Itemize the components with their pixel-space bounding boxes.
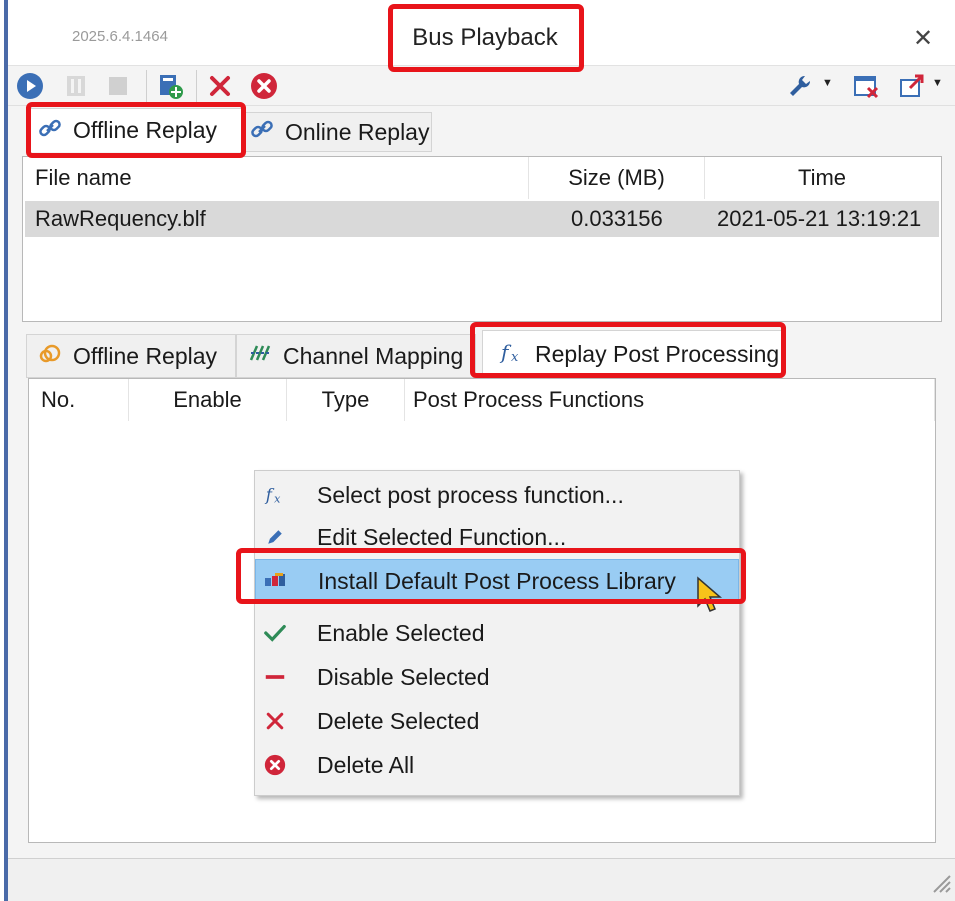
tab-label: Replay Post Processing bbox=[535, 341, 780, 367]
toolbar-separator bbox=[146, 70, 147, 102]
x-icon bbox=[261, 707, 289, 735]
wrench-icon[interactable] bbox=[786, 72, 814, 100]
close-icon[interactable]: ✕ bbox=[908, 24, 938, 54]
svg-text:f: f bbox=[264, 486, 275, 505]
svg-text:x: x bbox=[274, 492, 281, 505]
remove-icon[interactable] bbox=[206, 72, 234, 100]
menu-item-disable-selected[interactable]: Disable Selected bbox=[255, 657, 739, 697]
table-row[interactable]: RawRequency.blf 0.033156 2021-05-21 13:1… bbox=[25, 201, 939, 237]
function-icon: fx bbox=[499, 339, 535, 371]
toolbar-separator bbox=[196, 70, 197, 102]
mapping-icon bbox=[247, 340, 283, 372]
menu-item-install-default-library[interactable]: Install Default Post Process Library bbox=[255, 559, 739, 603]
column-header-type[interactable]: Type bbox=[287, 379, 405, 421]
replay-icon bbox=[37, 340, 73, 372]
column-header-time[interactable]: Time bbox=[705, 157, 939, 199]
menu-item-edit-function[interactable]: Edit Selected Function... bbox=[255, 517, 739, 557]
mouse-cursor-icon bbox=[696, 576, 726, 616]
column-header-no[interactable]: No. bbox=[29, 379, 129, 421]
add-file-icon[interactable] bbox=[156, 72, 184, 100]
tab-label: Offline Replay bbox=[73, 342, 218, 369]
column-header-enable[interactable]: Enable bbox=[129, 379, 287, 421]
context-menu: fx Select post process function... Edit … bbox=[254, 470, 740, 796]
menu-item-select-function[interactable]: fx Select post process function... bbox=[255, 475, 739, 515]
file-time-cell: 2021-05-21 13:19:21 bbox=[717, 206, 922, 231]
check-icon bbox=[261, 619, 289, 647]
menu-item-delete-selected[interactable]: Delete Selected bbox=[255, 701, 739, 741]
export-icon[interactable] bbox=[898, 72, 926, 100]
column-header-file-name[interactable]: File name bbox=[23, 157, 529, 199]
play-icon[interactable] bbox=[16, 72, 44, 100]
tab-replay-post-processing[interactable]: fx Replay Post Processing bbox=[482, 330, 782, 378]
library-icon bbox=[262, 567, 290, 595]
tab-online-replay[interactable]: Online Replay bbox=[242, 112, 432, 152]
chevron-down-icon[interactable]: ▼ bbox=[932, 77, 943, 89]
window-title: Bus Playback bbox=[412, 24, 558, 51]
tab-label: Channel Mapping bbox=[283, 342, 464, 369]
function-icon: fx bbox=[261, 481, 289, 509]
status-bar bbox=[8, 858, 955, 901]
pause-icon[interactable] bbox=[62, 72, 90, 100]
column-header-post-process-functions[interactable]: Post Process Functions bbox=[405, 379, 935, 421]
menu-item-enable-selected[interactable]: Enable Selected bbox=[255, 613, 739, 653]
chevron-down-icon[interactable]: ▼ bbox=[822, 77, 833, 89]
pencil-icon bbox=[261, 523, 289, 551]
svg-text:x: x bbox=[511, 350, 519, 365]
column-header-size[interactable]: Size (MB) bbox=[529, 157, 705, 199]
tab-offline-replay[interactable]: Offline Replay bbox=[28, 108, 242, 152]
link-icon bbox=[249, 116, 285, 148]
stop-icon[interactable] bbox=[104, 72, 132, 100]
file-table: File name Size (MB) Time RawRequency.blf… bbox=[22, 156, 942, 322]
resize-grip-icon[interactable] bbox=[928, 870, 952, 894]
tab-channel-mapping[interactable]: Channel Mapping bbox=[236, 334, 476, 378]
file-name-cell: RawRequency.blf bbox=[35, 206, 206, 231]
menu-item-delete-all[interactable]: Delete All bbox=[255, 745, 739, 785]
version-label: 2025.6.4.1464 bbox=[72, 28, 168, 45]
toolbar: ▼ ▼ bbox=[8, 66, 955, 106]
delete-all-icon[interactable] bbox=[250, 72, 278, 100]
tab-offline-replay-sub[interactable]: Offline Replay bbox=[26, 334, 236, 378]
bus-playback-window: 2025.6.4.1464 Bus Playback ✕ ▼ ▼ Offline… bbox=[8, 0, 955, 901]
file-size-cell: 0.033156 bbox=[571, 206, 663, 231]
delete-all-icon bbox=[261, 751, 289, 779]
tab-label: Offline Replay bbox=[73, 117, 218, 143]
minus-icon bbox=[261, 663, 289, 691]
link-icon bbox=[37, 115, 73, 147]
tab-label: Online Replay bbox=[285, 118, 430, 145]
close-window-icon[interactable] bbox=[852, 72, 880, 100]
title-bar: 2025.6.4.1464 Bus Playback ✕ bbox=[8, 0, 955, 66]
